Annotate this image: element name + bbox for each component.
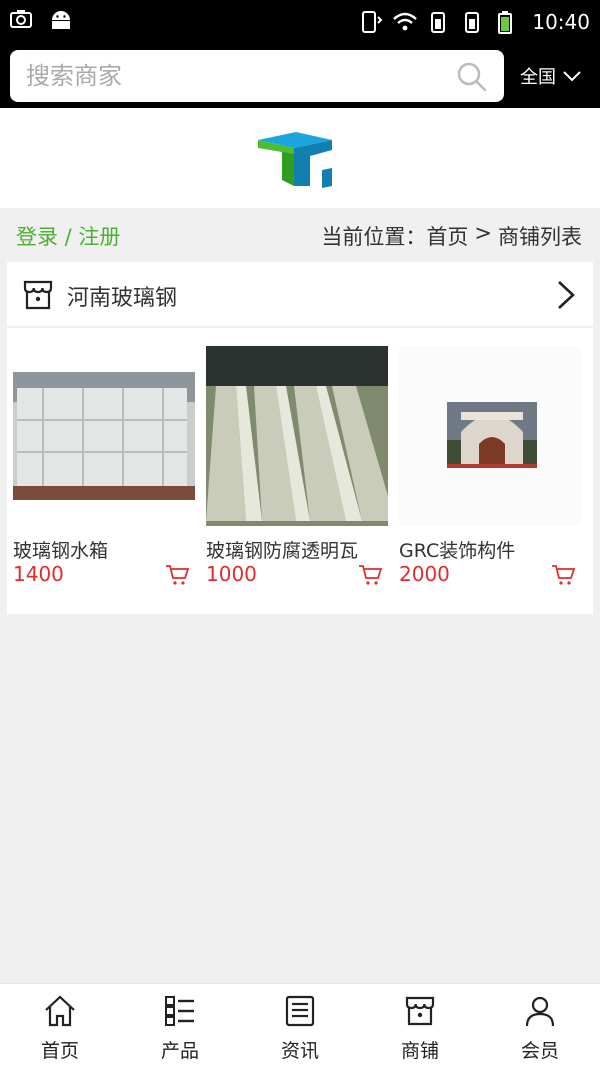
store-icon (23, 280, 53, 310)
cart-icon[interactable] (551, 564, 575, 586)
product-name: 玻璃钢防腐透明瓦 (206, 540, 359, 562)
product-name: GRC装饰构件 (399, 540, 516, 562)
screenshot-icon (10, 10, 32, 28)
store-icon (405, 996, 435, 1026)
search-box[interactable] (10, 50, 504, 102)
wifi-icon (393, 12, 418, 31)
home-icon (45, 995, 75, 1027)
login-register-link[interactable]: 登录 / 注册 (16, 221, 120, 251)
product-price: 2000 (399, 562, 450, 586)
breadcrumb-prefix: 当前位置： (321, 225, 427, 249)
android-icon (52, 11, 70, 29)
nav-label: 产品 (160, 1040, 199, 1062)
shop-panel: 河南玻璃钢 玻璃钢水箱 1400 玻璃钢防腐透明瓦 1000 GRC装饰构件 2… (7, 262, 593, 614)
nav-label: 商铺 (400, 1040, 439, 1062)
cart-icon[interactable] (358, 564, 382, 586)
breadcrumb-current: 商铺列表 (498, 225, 582, 249)
search-header: 全国 (0, 44, 600, 108)
breadcrumb: 当前位置： 首页 > 商铺列表 (321, 221, 582, 251)
cart-icon[interactable] (165, 564, 189, 586)
product-image-grc-component[interactable] (399, 346, 581, 526)
nav-label: 资讯 (280, 1040, 319, 1062)
nav-news[interactable]: 资讯 (240, 984, 360, 1067)
signal-2-icon (465, 12, 480, 33)
breadcrumb-separator: > (474, 221, 492, 245)
clock: 10:40 (532, 10, 590, 34)
product-image-water-tank[interactable] (13, 346, 195, 526)
nav-label: 会员 (520, 1040, 559, 1062)
product-card[interactable]: GRC装饰构件 2000 (399, 346, 581, 586)
search-input[interactable] (26, 50, 446, 102)
nav-stores[interactable]: 商铺 (360, 984, 480, 1067)
search-icon[interactable] (456, 61, 488, 93)
app-logo (258, 132, 332, 188)
user-icon (525, 996, 555, 1027)
product-price: 1000 (206, 562, 257, 586)
product-name: 玻璃钢水箱 (13, 540, 109, 562)
nav-member[interactable]: 会员 (480, 984, 600, 1067)
status-bar: 10:40 (0, 0, 600, 44)
product-card[interactable]: 玻璃钢防腐透明瓦 1000 (206, 346, 388, 586)
bottom-nav: 首页 产品 资讯 商铺 会员 (0, 983, 600, 1067)
nav-label: 首页 (40, 1040, 79, 1062)
logo-band (0, 108, 600, 208)
breadcrumb-bar: 登录 / 注册 当前位置： 首页 > 商铺列表 (0, 208, 600, 262)
news-icon (285, 995, 315, 1027)
product-price: 1400 (13, 562, 64, 586)
battery-icon (498, 11, 513, 34)
phone-vibrate-icon (362, 11, 383, 33)
chevron-right-icon (558, 281, 575, 309)
region-label: 全国 (520, 67, 556, 88)
product-image-transparent-tile[interactable] (206, 346, 388, 526)
list-icon (165, 996, 194, 1026)
nav-home[interactable]: 首页 (0, 984, 120, 1067)
shop-name: 河南玻璃钢 (67, 286, 178, 311)
chevron-down-icon (563, 71, 581, 82)
product-card[interactable]: 玻璃钢水箱 1400 (13, 346, 195, 586)
signal-icon (431, 12, 446, 33)
shop-header[interactable]: 河南玻璃钢 (7, 262, 593, 328)
breadcrumb-home[interactable]: 首页 (426, 221, 468, 251)
region-selector[interactable]: 全国 (520, 44, 582, 108)
nav-products[interactable]: 产品 (120, 984, 240, 1067)
